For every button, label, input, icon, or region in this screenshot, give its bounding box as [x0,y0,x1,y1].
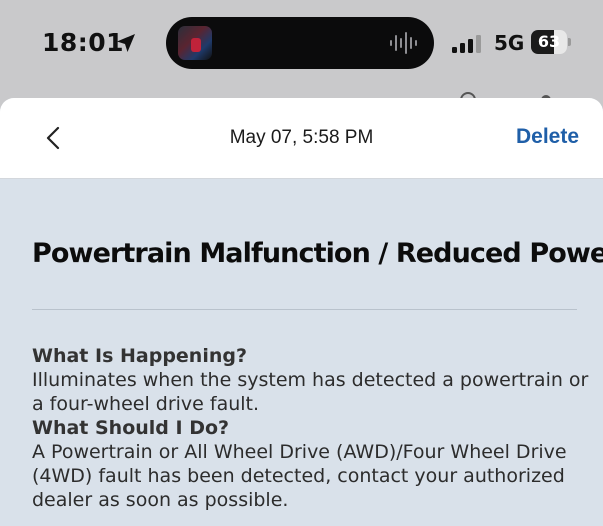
network-type-label: 5G [494,31,525,55]
section-text: A Powertrain or All Wheel Drive (AWD)/Fo… [32,441,567,511]
navigation-bar: May 07, 5:58 PM Delete [0,98,603,179]
section-heading: What Should I Do? [32,417,230,439]
signal-bars-icon [452,35,481,53]
battery-percentage: 63 [537,32,561,51]
status-time: 18:01 [42,28,125,57]
message-body: What Is Happening? Illuminates when the … [32,344,592,512]
message-timestamp: May 07, 5:58 PM [229,127,374,148]
divider [32,309,577,310]
dynamic-island[interactable] [166,17,434,69]
section-text: Illuminates when the system has detected… [32,369,589,415]
delete-button[interactable]: Delete [516,125,579,149]
location-arrow-icon [117,34,135,52]
battery-icon: 63 [531,30,571,54]
section-heading: What Is Happening? [32,345,247,367]
now-playing-artwork [178,26,212,60]
message-title: Powertrain Malfunction / Reduced Power [32,238,603,269]
message-detail-sheet: May 07, 5:58 PM Delete Powertrain Malfun… [0,98,603,526]
status-bar: 18:01 5G 63 [0,0,603,100]
audio-waveform-icon [390,32,417,54]
